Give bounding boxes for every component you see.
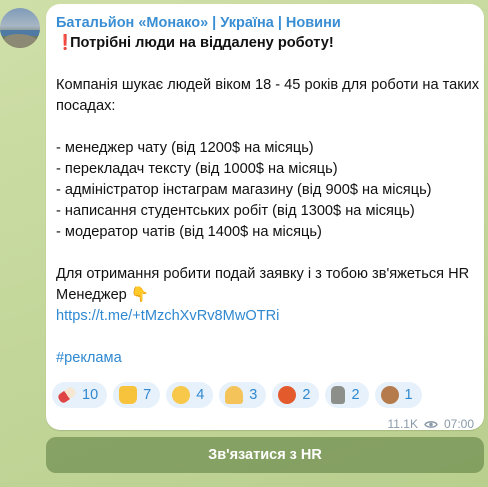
reaction-thumbs-up[interactable]: 7 [113, 382, 161, 408]
intro-line-1: Компанія шукає людей віком 18 - 45 років… [56, 77, 480, 93]
message-meta: 11.1K 07:00 [388, 417, 475, 431]
reaction-count: 7 [143, 387, 152, 403]
angry-face-icon [278, 386, 297, 404]
exclamation-icon: ❗ [56, 35, 75, 51]
praying-hands-icon [225, 386, 244, 404]
position-item: - перекладач тексту (від 1000$ на місяць… [56, 161, 338, 177]
reaction-pill[interactable]: 10 [52, 382, 108, 408]
hashtag-link[interactable]: #реклама [56, 348, 472, 369]
message-bubble: Батальйон «Монако» | Україна | Новини ❗ … [46, 4, 484, 431]
reaction-pray[interactable]: 3 [219, 382, 267, 408]
reaction-count: 10 [82, 387, 99, 403]
position-item: - адміністратор інстаграм магазину (від … [56, 182, 432, 198]
reaction-count: 4 [196, 387, 205, 403]
invite-link[interactable]: https://t.me/+tMzchXvRv8MwOTRi [56, 306, 472, 327]
reaction-confused[interactable]: 4 [166, 382, 214, 408]
position-item: - модератор чатів (від 1400$ на місяць) [56, 224, 322, 240]
message-text: ❗ Потрібні люди на віддалену роботу! Ком… [56, 33, 480, 369]
reaction-count: 3 [249, 387, 258, 403]
reaction-count: 2 [302, 387, 311, 403]
contact-hr-button[interactable]: Зв'язатися з HR [46, 437, 484, 473]
headline-text: Потрібні люди на віддалену роботу! [70, 35, 334, 51]
channel-avatar[interactable] [0, 8, 40, 48]
post-headline: ❗ Потрібні люди на віддалену роботу! [56, 33, 472, 54]
eye-icon [424, 420, 438, 428]
position-item: - написання студентських робіт (від 1300… [56, 203, 415, 219]
reaction-count: 1 [404, 387, 413, 403]
reaction-count: 2 [351, 387, 360, 403]
moai-icon [331, 386, 346, 404]
intro-line-2: посадах: [56, 98, 116, 114]
message-time: 07:00 [443, 417, 474, 431]
position-item: - менеджер чату (від 1200$ на місяць) [56, 140, 314, 156]
view-count: 11.1K [387, 417, 418, 431]
avatar-land [4, 34, 38, 48]
channel-name[interactable]: Батальйон «Монако» | Україна | Новини [56, 14, 472, 32]
reaction-monkey[interactable]: 1 [374, 382, 422, 408]
see-no-evil-monkey-icon [380, 386, 399, 404]
apply-line-1: Для отримання робити подай заявку і з то… [56, 266, 470, 282]
thumbs-up-icon [119, 386, 138, 404]
pill-icon [56, 385, 78, 405]
apply-line-2: Менеджер 👇 [56, 287, 150, 303]
reactions-bar: 10 7 4 3 2 2 1 [52, 382, 422, 408]
reaction-angry[interactable]: 2 [272, 382, 320, 408]
confused-face-icon [172, 386, 191, 404]
reaction-moai[interactable]: 2 [325, 382, 369, 408]
